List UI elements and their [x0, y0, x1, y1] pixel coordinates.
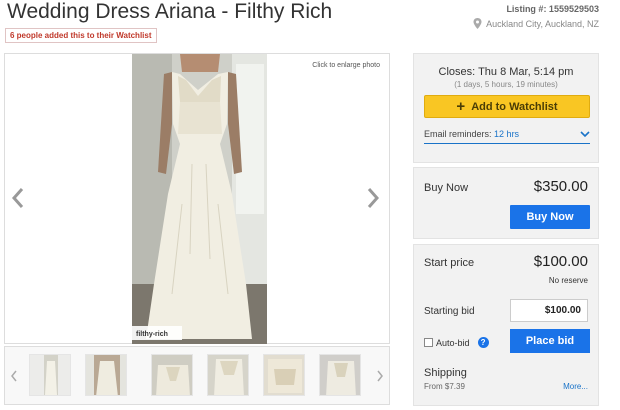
buy-now-panel: Buy Now $350.00 Buy Now [413, 167, 599, 239]
reserve-note: No reserve [548, 276, 588, 285]
thumbnail-1[interactable] [29, 354, 71, 396]
shipping-more-link[interactable]: More... [563, 382, 588, 391]
add-to-watchlist-label: Add to Watchlist [471, 100, 558, 113]
thumbnails-prev-icon[interactable] [9, 369, 19, 383]
location-pin-icon [473, 18, 482, 29]
thumbnail-4[interactable] [207, 354, 249, 396]
wedding-dress-photo: filthy-rich [132, 54, 267, 344]
autobid-label: Auto-bid [436, 337, 470, 348]
listing-number: Listing #: 1559529503 [506, 4, 599, 14]
time-remaining: (1 days, 5 hours, 19 minutes) [454, 80, 558, 89]
main-photo[interactable]: filthy-rich [132, 54, 267, 344]
photo-gallery: filthy-rich Click to enlarge photo [4, 53, 390, 344]
photo-watermark: filthy-rich [136, 331, 168, 338]
start-price-value: $100.00 [533, 253, 588, 270]
auction-panel: Closes: Thu 8 Mar, 5:14 pm (1 days, 5 ho… [413, 53, 599, 163]
thumbnails-next-icon[interactable] [375, 369, 385, 383]
place-bid-button[interactable]: Place bid [510, 329, 590, 353]
autobid-row: Auto-bid ? [424, 337, 489, 348]
buy-now-label: Buy Now [424, 182, 469, 194]
buy-now-price: $350.00 [533, 178, 588, 195]
thumbnail-5[interactable] [263, 354, 305, 396]
chevron-down-icon[interactable] [580, 130, 590, 138]
thumbnail-strip [4, 346, 390, 405]
email-reminders-row[interactable]: Email reminders: 12 hrs [424, 129, 590, 139]
plus-icon: + [456, 97, 466, 115]
add-to-watchlist-button[interactable]: + Add to Watchlist [424, 95, 590, 118]
next-photo-arrow-icon[interactable] [365, 186, 381, 210]
start-price-label: Start price [424, 257, 475, 269]
shipping-from-price: From $7.39 [424, 382, 465, 391]
autobid-checkbox[interactable] [424, 338, 433, 347]
location-text: Auckland City, Auckland, NZ [486, 18, 599, 29]
bidding-panel: Start price $100.00 No reserve Starting … [413, 244, 599, 406]
enlarge-photo-hint[interactable]: Click to enlarge photo [312, 62, 380, 69]
thumbnail-3[interactable] [151, 354, 193, 396]
closing-time: Closes: Thu 8 Mar, 5:14 pm [438, 66, 574, 78]
previous-photo-arrow-icon[interactable] [10, 186, 26, 210]
thumbnail-6[interactable] [319, 354, 361, 396]
email-reminders-label: Email reminders: [424, 129, 492, 139]
email-reminders-underline [424, 143, 590, 144]
starting-bid-input[interactable]: $100.00 [510, 299, 588, 322]
buy-now-button[interactable]: Buy Now [510, 205, 590, 229]
listing-title: Wedding Dress Ariana - Filthy Rich [7, 0, 333, 23]
location: Auckland City, Auckland, NZ [473, 18, 599, 29]
thumbnail-2[interactable] [85, 354, 127, 396]
email-reminders-select[interactable]: 12 hrs [494, 129, 519, 139]
shipping-title: Shipping [424, 367, 467, 379]
info-icon[interactable]: ? [477, 337, 489, 348]
starting-bid-label: Starting bid [424, 306, 475, 317]
watchlist-count-badge: 6 people added this to their Watchlist [5, 28, 157, 43]
